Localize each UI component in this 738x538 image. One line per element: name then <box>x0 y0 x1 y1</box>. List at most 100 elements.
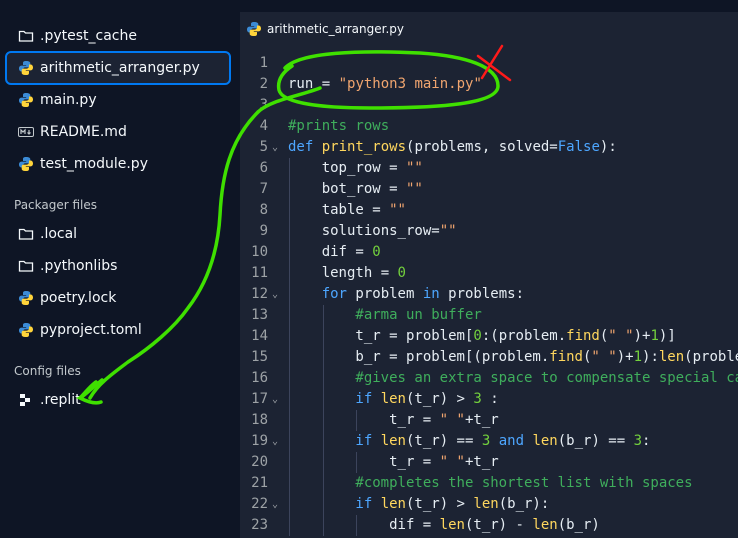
code-line[interactable]: 3 <box>240 95 738 116</box>
file-readme[interactable]: README.md <box>5 115 231 149</box>
folder-pytest-cache[interactable]: .pytest_cache <box>5 19 231 53</box>
code-token: #gives an extra space to compensate spec… <box>355 370 738 386</box>
code-token: False <box>557 139 600 155</box>
code-text: if len(t_r) > 3 : <box>355 389 498 410</box>
fold-chevron-icon[interactable]: ⌄ <box>272 284 278 305</box>
code-text: run = "python3 main.py" <box>288 74 482 95</box>
code-line[interactable]: 10 dif = 0 <box>240 242 738 263</box>
code-line[interactable]: 12 ⌄ for problem in problems: <box>240 284 738 305</box>
code-text: b_r = problem[(problem.find(" ")+1):len(… <box>355 347 738 368</box>
code-token: " " <box>439 454 465 470</box>
code-line[interactable]: 1 <box>240 53 738 74</box>
code-line[interactable]: 22 ⌄ if len(t_r) > len(b_r): <box>240 494 738 515</box>
indent-guide <box>322 305 324 326</box>
folder-local[interactable]: .local <box>5 217 231 251</box>
line-number: 18 <box>251 412 268 428</box>
code-token: (t_r) - <box>464 517 533 533</box>
code-editor[interactable]: arithmetic_arranger.py 1 2 run = "python3 … <box>240 0 738 538</box>
code-token: len <box>658 349 685 365</box>
code-token: " " <box>591 349 617 365</box>
tab-arithmetic-arranger[interactable]: arithmetic_arranger.py <box>240 16 404 42</box>
code-token: (b_r) == <box>557 433 634 449</box>
indent-guide <box>289 326 290 347</box>
code-line[interactable]: 7 bot_row = "" <box>240 179 738 200</box>
code-text: #completes the shortest list with spaces <box>355 473 692 494</box>
python-icon <box>18 290 34 306</box>
folder-pythonlibs[interactable]: .pythonlibs <box>5 249 231 283</box>
code-token: (t_r) > <box>405 391 474 407</box>
folder-icon <box>18 226 34 242</box>
line-number: 8 <box>259 202 268 218</box>
code-line[interactable]: 16 #gives an extra space to compensate sp… <box>240 368 738 389</box>
code-line[interactable]: 11 length = 0 <box>240 263 738 284</box>
line-number: 13 <box>251 307 268 323</box>
indent-guide <box>356 452 358 473</box>
file-label: .replit <box>40 392 81 408</box>
line-number: 6 <box>259 160 268 176</box>
line-number: 14 <box>251 328 268 344</box>
code-line[interactable]: 23 dif = len(t_r) - len(b_r) <box>240 515 738 536</box>
indent-guide <box>289 179 290 200</box>
indent-guide <box>322 368 324 389</box>
code-line[interactable]: 8 table = "" <box>240 200 738 221</box>
file-pyproject-toml[interactable]: pyproject.toml <box>5 313 231 347</box>
fold-chevron-icon[interactable]: ⌄ <box>272 389 278 410</box>
indent-guide <box>322 515 324 536</box>
code-token: 3 <box>473 391 482 407</box>
code-text: #gives an extra space to compensate spec… <box>355 368 738 389</box>
file-arithmetic-arranger[interactable]: arithmetic_arranger.py <box>5 51 231 85</box>
code-line[interactable]: 15 b_r = problem[(problem.find(" ")+1):le… <box>240 347 738 368</box>
code-token: : <box>481 391 499 407</box>
indent-guide <box>322 494 324 515</box>
line-number: 16 <box>251 370 268 386</box>
code-line[interactable]: 2 run = "python3 main.py" <box>240 74 738 95</box>
file-replit[interactable]: .replit <box>5 383 231 417</box>
file-label: .local <box>40 226 78 242</box>
code-text: t_r = " "+t_r <box>389 452 499 473</box>
code-text: solutions_row="" <box>322 221 457 242</box>
line-number: 9 <box>259 223 268 239</box>
code-token: for <box>321 286 356 302</box>
code-token: problems: <box>448 286 524 302</box>
code-text: table = "" <box>322 200 406 221</box>
code-token: length = <box>321 265 398 281</box>
indent-guide <box>356 515 358 536</box>
code-token: )] <box>658 328 676 344</box>
code-line[interactable]: 5 ⌄ def print_rows(problems, solved=False)… <box>240 137 738 158</box>
code-line[interactable]: 20 t_r = " "+t_r <box>240 452 738 473</box>
code-token: :(problem. <box>481 328 567 344</box>
line-number: 11 <box>251 265 268 281</box>
indent-guide <box>322 473 324 494</box>
fold-chevron-icon[interactable]: ⌄ <box>272 494 278 515</box>
line-number: 20 <box>251 454 268 470</box>
code-line[interactable]: 21 #completes the shortest list with spac… <box>240 473 738 494</box>
code-text: if len(t_r) == 3 and len(b_r) == 3: <box>355 431 650 452</box>
code-line[interactable]: 13 #arma un buffer <box>240 305 738 326</box>
code-token: "" <box>389 202 406 218</box>
file-test-module[interactable]: test_module.py <box>5 147 231 181</box>
code-line[interactable]: 9 solutions_row="" <box>240 221 738 242</box>
line-number: 7 <box>259 181 268 197</box>
code-line[interactable]: 18 t_r = " "+t_r <box>240 410 738 431</box>
code-token: #arma un buffer <box>355 307 482 323</box>
file-poetry-lock[interactable]: poetry.lock <box>5 281 231 315</box>
code-line[interactable]: 4 #prints rows <box>240 116 738 137</box>
code-line[interactable]: 19 ⌄ if len(t_r) == 3 and len(b_r) == 3: <box>240 431 738 452</box>
indent-guide <box>289 200 290 221</box>
code-line[interactable]: 14 t_r = problem[0:(problem.find(" ")+1)] <box>240 326 738 347</box>
code-text: for problem in problems: <box>322 284 524 305</box>
fold-chevron-icon[interactable]: ⌄ <box>272 137 278 158</box>
code-text: #arma un buffer <box>355 305 481 326</box>
code-token: " " <box>608 328 634 344</box>
indent-guide <box>289 389 290 410</box>
indent-guide <box>322 431 324 452</box>
code-text: def print_rows(problems, solved=False): <box>288 137 617 158</box>
indent-guide <box>289 515 290 536</box>
code-line[interactable]: 6 top_row = "" <box>240 158 738 179</box>
code-token: bot_row = <box>321 181 406 197</box>
code-token: run <box>288 76 314 92</box>
fold-chevron-icon[interactable]: ⌄ <box>272 431 278 452</box>
file-main[interactable]: main.py <box>5 83 231 117</box>
code-line[interactable]: 17 ⌄ if len(t_r) > 3 : <box>240 389 738 410</box>
indent-guide <box>356 410 358 431</box>
